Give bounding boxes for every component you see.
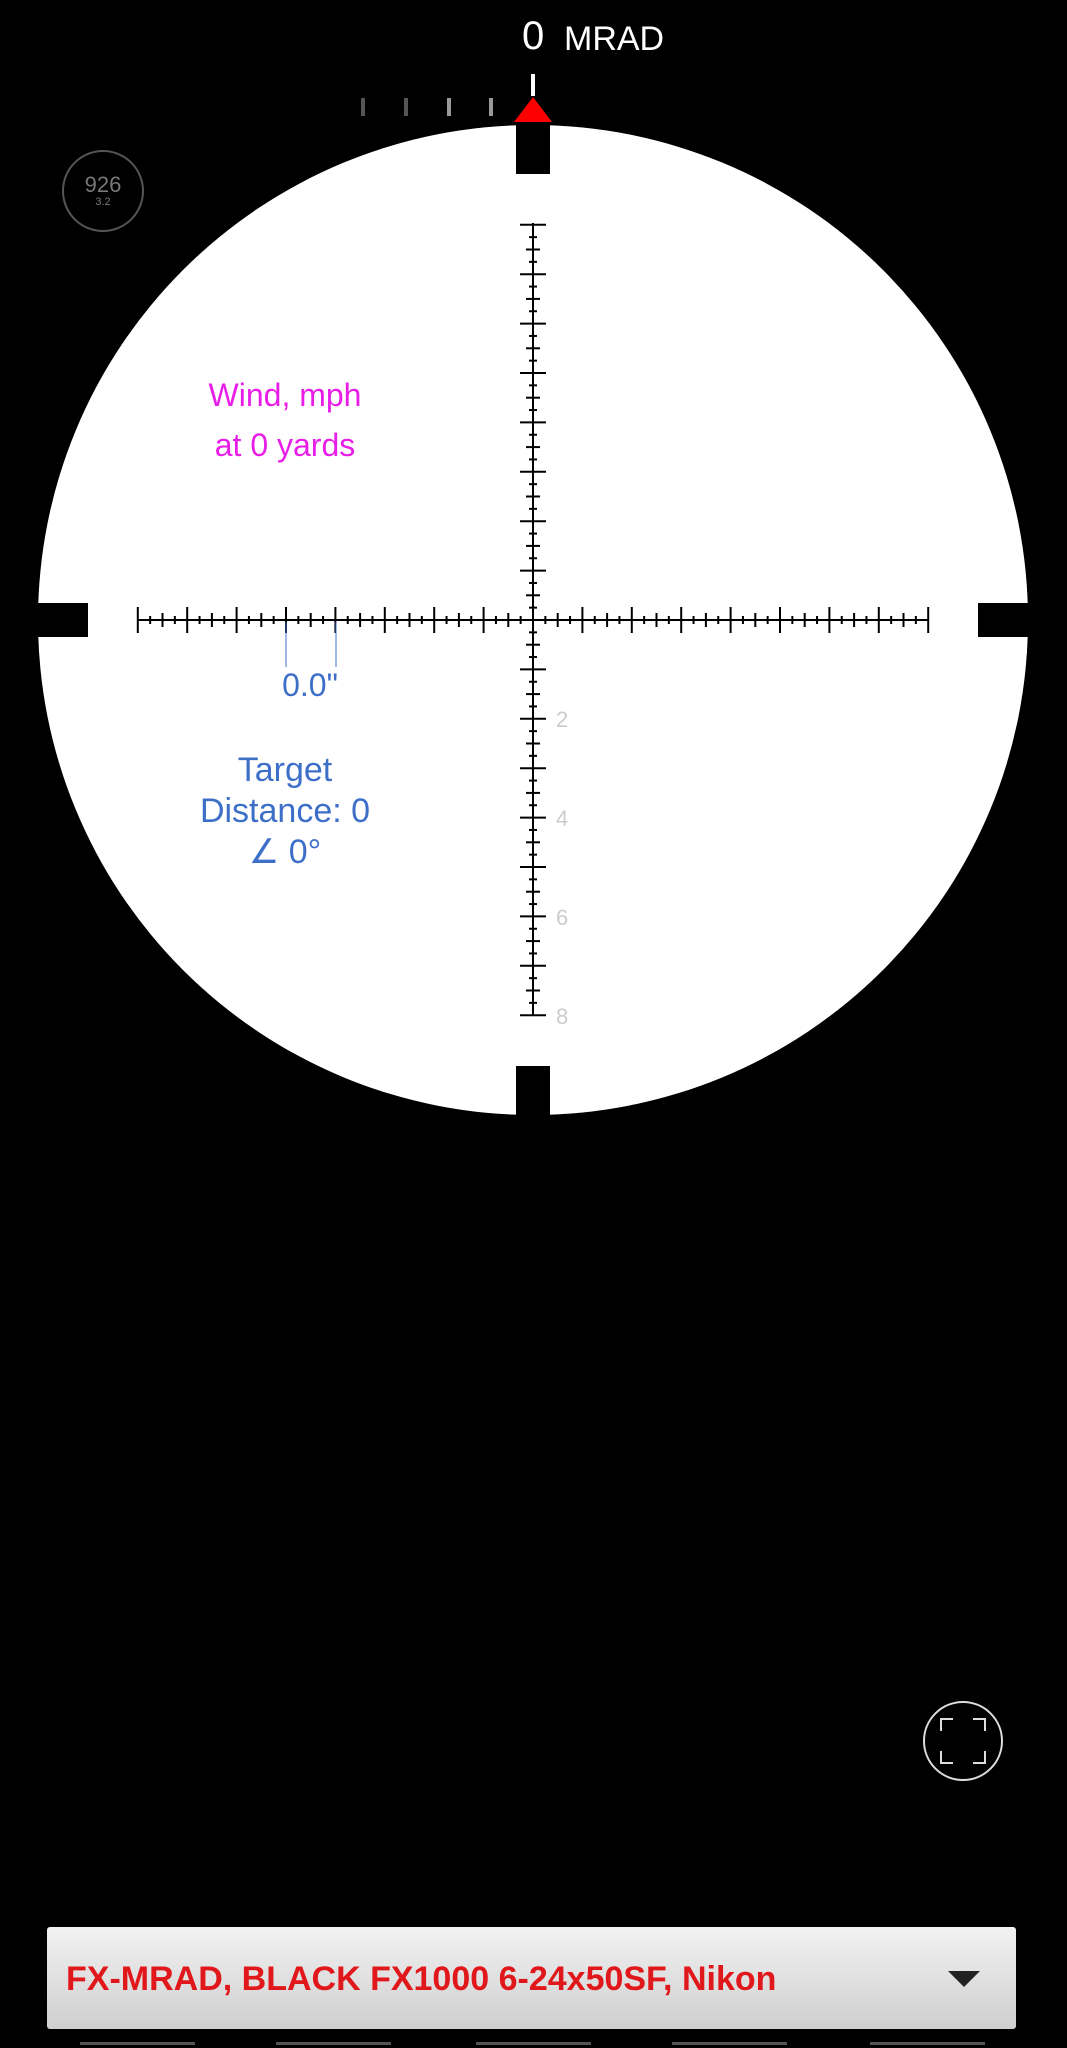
spread-label: 0.0": [282, 667, 338, 703]
mil-label: 6: [556, 905, 569, 930]
triangle-pointer-icon: [514, 97, 552, 122]
scope-selector-label: FX-MRAD, BLACK FX1000 6-24x50SF, Nikon: [66, 1960, 777, 1998]
mil-label: 8: [556, 1004, 569, 1029]
scope-view[interactable]: [0, 0, 1067, 1130]
bottom-tab-indicator: [870, 2042, 985, 2045]
scope-selector-dropdown[interactable]: FX-MRAD, BLACK FX1000 6-24x50SF, Nikon: [47, 1927, 1016, 2029]
zoom-badge[interactable]: 926 3.2: [62, 150, 144, 232]
bottom-tab-indicator: [276, 2042, 391, 2045]
bottom-tab-indicator: [80, 2042, 195, 2045]
zoom-subvalue: 3.2: [95, 196, 111, 208]
mil-label: 4: [556, 806, 569, 831]
bottom-tab-indicator: [476, 2042, 591, 2045]
post-left: [38, 603, 88, 637]
target-info: Target Distance: 0 ∠ 0°: [150, 750, 420, 873]
wind-info: Wind, mph at 0 yards: [150, 370, 420, 470]
fullscreen-icon: [940, 1718, 986, 1764]
elevation-dial-ticks: [361, 74, 535, 116]
fullscreen-button[interactable]: [923, 1701, 1003, 1781]
chevron-down-icon: [948, 1971, 980, 1987]
post-bottom: [516, 1066, 550, 1116]
post-top: [516, 122, 550, 174]
bottom-tab-indicator: [672, 2042, 787, 2045]
target-title: Target: [237, 751, 333, 789]
target-angle: ∠ 0°: [248, 833, 322, 871]
wind-title: Wind, mph: [208, 377, 362, 413]
target-distance: Distance: 0: [199, 792, 371, 830]
wind-distance: at 0 yards: [214, 427, 356, 463]
mil-label: 2: [556, 707, 569, 732]
post-right: [978, 603, 1028, 637]
zoom-value: 926: [84, 172, 122, 197]
